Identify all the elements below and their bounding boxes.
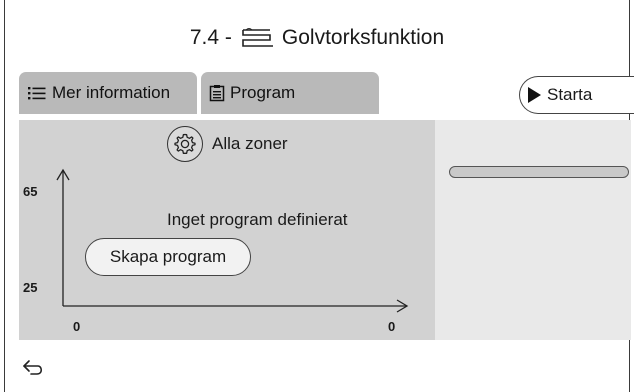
tab-more-information[interactable]: Mer information [19,72,197,114]
y-axis-max-label: 65 [23,184,38,199]
app-frame: 7.4 - Golvtorksfunktion Mer information [4,0,634,392]
start-button-label: Starta [547,85,593,104]
start-button[interactable]: Starta [519,76,634,114]
header: 7.4 - Golvtorksfunktion [5,0,629,66]
tab-bar: Mer information Program [19,72,379,114]
back-arrow-icon[interactable] [21,358,47,378]
side-panel [435,120,631,340]
clipboard-icon [209,85,225,102]
floor-heating-icon [242,28,273,47]
page-title: 7.4 - Golvtorksfunktion [5,26,629,50]
list-icon [28,87,46,100]
progress-bar [449,166,629,178]
temperature-chart-axes [56,168,409,313]
tab-program[interactable]: Program [201,72,379,114]
tab-program-label: Program [230,83,296,102]
play-icon [528,87,541,103]
x-axis-max-label: 0 [388,319,396,334]
program-panel: Alla zoner 65 25 0 0 Inget program defin… [19,120,435,340]
create-program-button[interactable]: Skapa program [85,238,251,276]
page-number: 7.4 - [189,26,232,49]
page-title-text: Golvtorksfunktion [281,26,445,49]
tab-more-information-label: Mer information [52,83,171,102]
y-axis-min-label: 25 [23,280,38,295]
no-program-message: Inget program definierat [167,210,348,229]
x-axis-min-label: 0 [73,319,81,334]
